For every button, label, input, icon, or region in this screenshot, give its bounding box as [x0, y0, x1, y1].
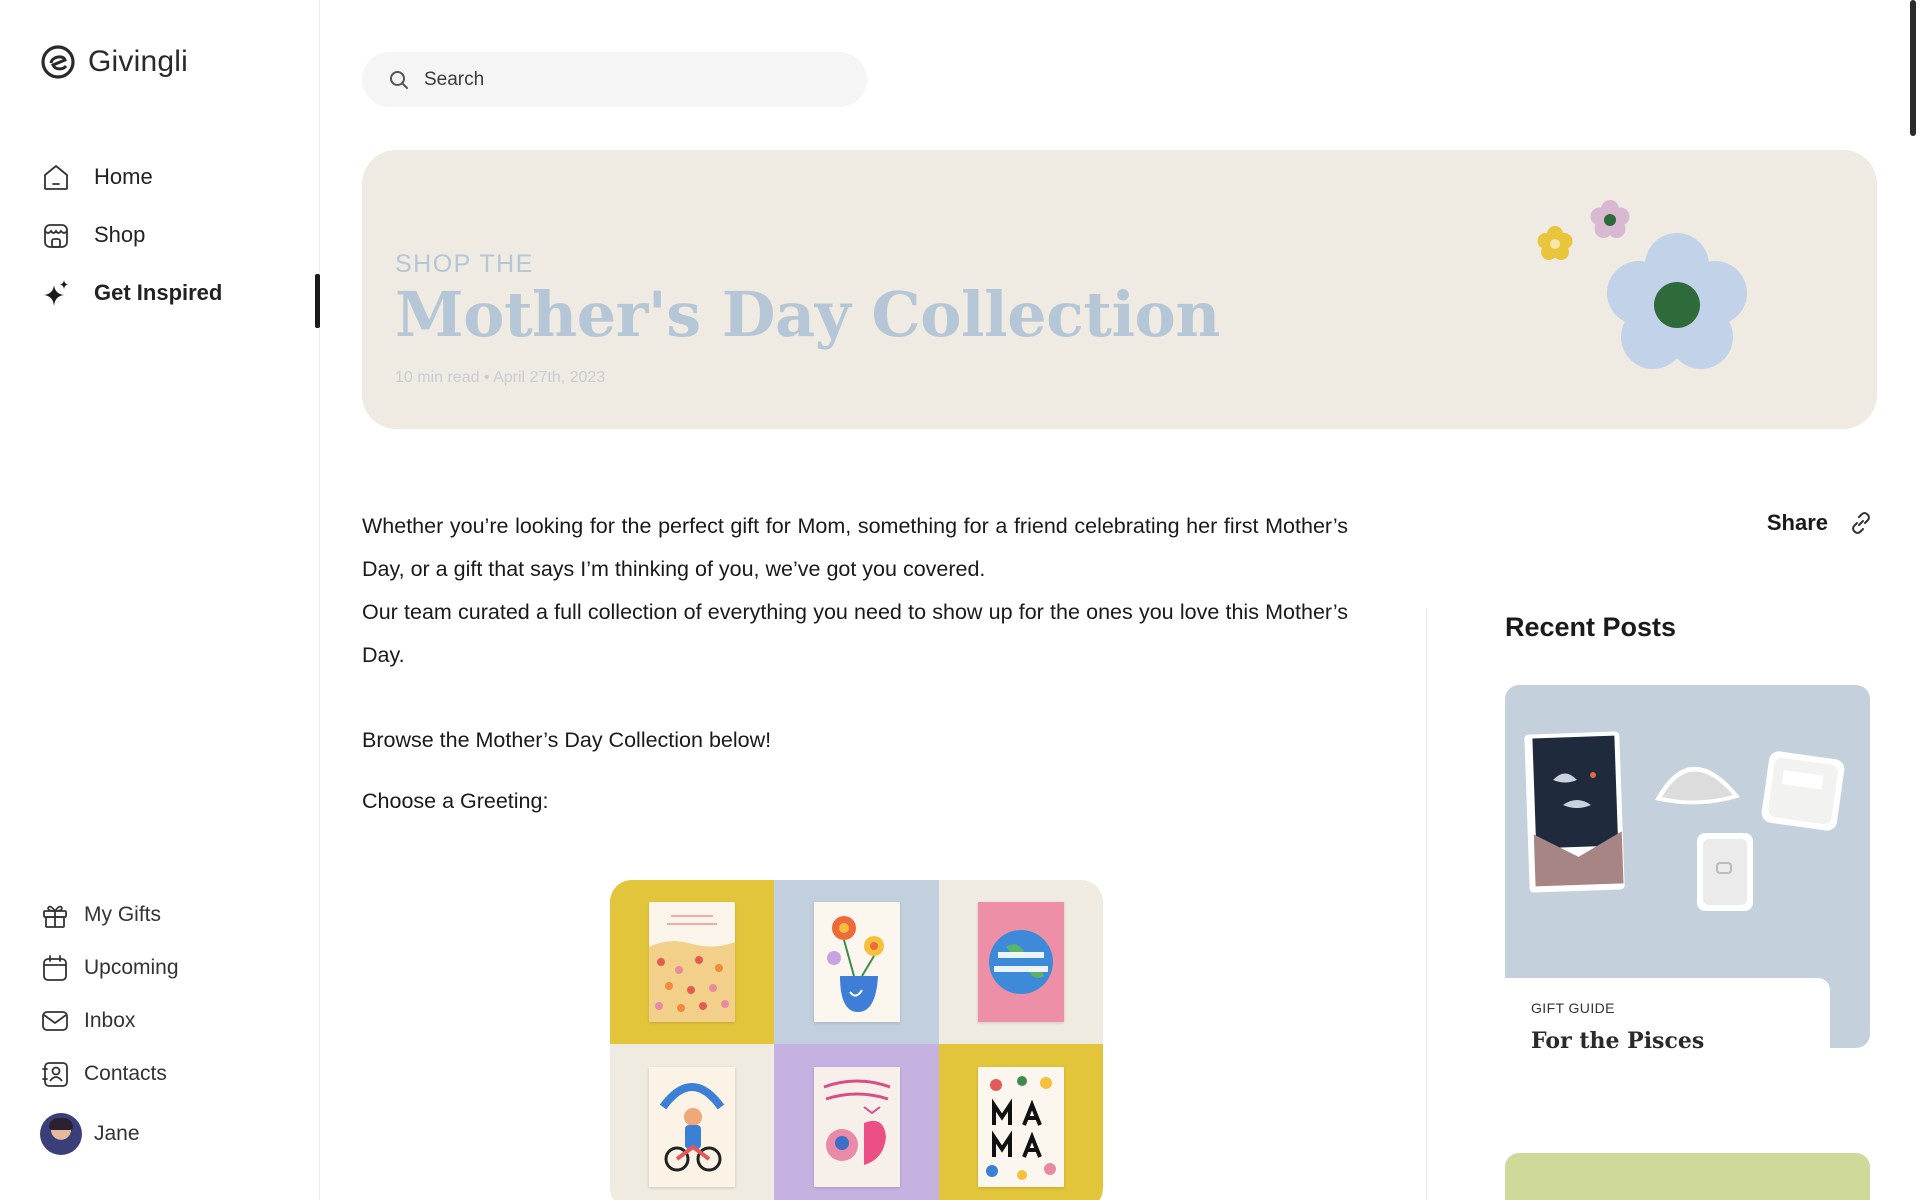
home-icon	[44, 165, 68, 190]
recent-post-card-2[interactable]	[1505, 1153, 1870, 1200]
link-icon	[1852, 512, 1870, 534]
user-name: Jane	[94, 1122, 140, 1145]
nav-item-my-gifts[interactable]: My Gifts	[40, 888, 300, 941]
hero-meta: 10 min read • April 27th, 2023	[395, 369, 606, 386]
coolest-mom-card	[649, 1067, 735, 1187]
active-indicator	[315, 274, 320, 328]
nav-label-contacts: Contacts	[84, 1061, 167, 1085]
secondary-nav: My Gifts Upcoming Inbox Contacts	[40, 888, 300, 1100]
nav-label-get-inspired: Get Inspired	[94, 280, 223, 305]
hero-kicker: SHOP THE	[395, 250, 534, 278]
column-divider	[1426, 608, 1427, 1200]
article-paragraph-4: Choose a Greeting:	[362, 789, 549, 813]
search-bar[interactable]	[362, 52, 867, 107]
gift-icon	[43, 905, 67, 928]
flower-field-card	[649, 902, 735, 1022]
post-title: For the Pisces	[1531, 1028, 1705, 1054]
logo[interactable]: Givingli	[40, 44, 188, 80]
recent-posts-title: Recent Posts	[1505, 612, 1677, 642]
happy-first-mothers-day-card	[813, 1067, 900, 1187]
for-you-vase-card	[813, 902, 900, 1022]
sidebar: Givingli Home Shop Get Inspired My Gifts…	[0, 0, 320, 1200]
givingli-logo-icon	[41, 45, 75, 79]
recent-post-card[interactable]: GIFT GUIDE For the Pisces	[1505, 685, 1870, 1068]
scrollbar-thumb[interactable]	[1910, 0, 1916, 136]
article-paragraph-1: Whether you’re looking for the perfect g…	[362, 514, 1348, 581]
nav-label-shop: Shop	[94, 222, 146, 247]
nav-item-upcoming[interactable]: Upcoming	[40, 941, 300, 994]
nav-item-shop[interactable]: Shop	[40, 206, 320, 264]
search-input[interactable]	[424, 68, 824, 91]
greeting-tile-best-mom[interactable]	[939, 880, 1103, 1044]
calendar-icon	[43, 954, 67, 981]
nav-item-inbox[interactable]: Inbox	[40, 994, 300, 1047]
share-label: Share	[1766, 510, 1828, 535]
logo-text: Givingli	[88, 45, 188, 78]
flowers-illustration	[1537, 200, 1747, 369]
nav-item-contacts[interactable]: Contacts	[40, 1047, 300, 1100]
share-button[interactable]: Share	[1767, 510, 1874, 536]
nav-label-inbox: Inbox	[84, 1008, 136, 1032]
nav-label-upcoming: Upcoming	[84, 955, 179, 979]
mail-icon	[42, 1010, 68, 1031]
user-profile[interactable]: Jane	[40, 1113, 140, 1155]
article-paragraph-2: Our team curated a full collection of ev…	[362, 600, 1348, 667]
greeting-tile-first-mothers-day[interactable]	[774, 1044, 939, 1200]
hero-title: Mother's Day Collection	[395, 278, 1220, 351]
main-nav: Home Shop Get Inspired	[40, 148, 320, 328]
greeting-tile-flower-field[interactable]	[610, 880, 774, 1044]
greeting-card-grid	[610, 880, 1103, 1200]
hero-banner: SHOP THE Mother's Day Collection 10 min …	[362, 150, 1877, 429]
best-mom-in-the-world-card	[978, 902, 1064, 1022]
article-paragraph-3: Browse the Mother’s Day Collection below…	[362, 728, 772, 752]
nav-label-my-gifts: My Gifts	[84, 902, 161, 926]
nav-item-home[interactable]: Home	[40, 148, 320, 206]
post-tag: GIFT GUIDE	[1531, 1000, 1615, 1016]
sparkle-icon	[44, 280, 68, 306]
nav-label-home: Home	[94, 164, 153, 189]
post-caption: GIFT GUIDE For the Pisces	[1505, 978, 1830, 1068]
greeting-tile-for-you[interactable]	[774, 880, 939, 1044]
avatar	[40, 1113, 82, 1155]
article-body: Whether you’re looking for the perfect g…	[362, 505, 1348, 823]
shop-icon	[44, 224, 68, 248]
mama-card	[978, 1067, 1064, 1187]
greeting-tile-mama[interactable]	[939, 1044, 1103, 1200]
nav-item-get-inspired[interactable]: Get Inspired	[40, 264, 320, 328]
search-icon	[390, 70, 408, 89]
contacts-icon	[42, 1061, 68, 1087]
greeting-tile-coolest-mom[interactable]	[610, 1044, 774, 1200]
